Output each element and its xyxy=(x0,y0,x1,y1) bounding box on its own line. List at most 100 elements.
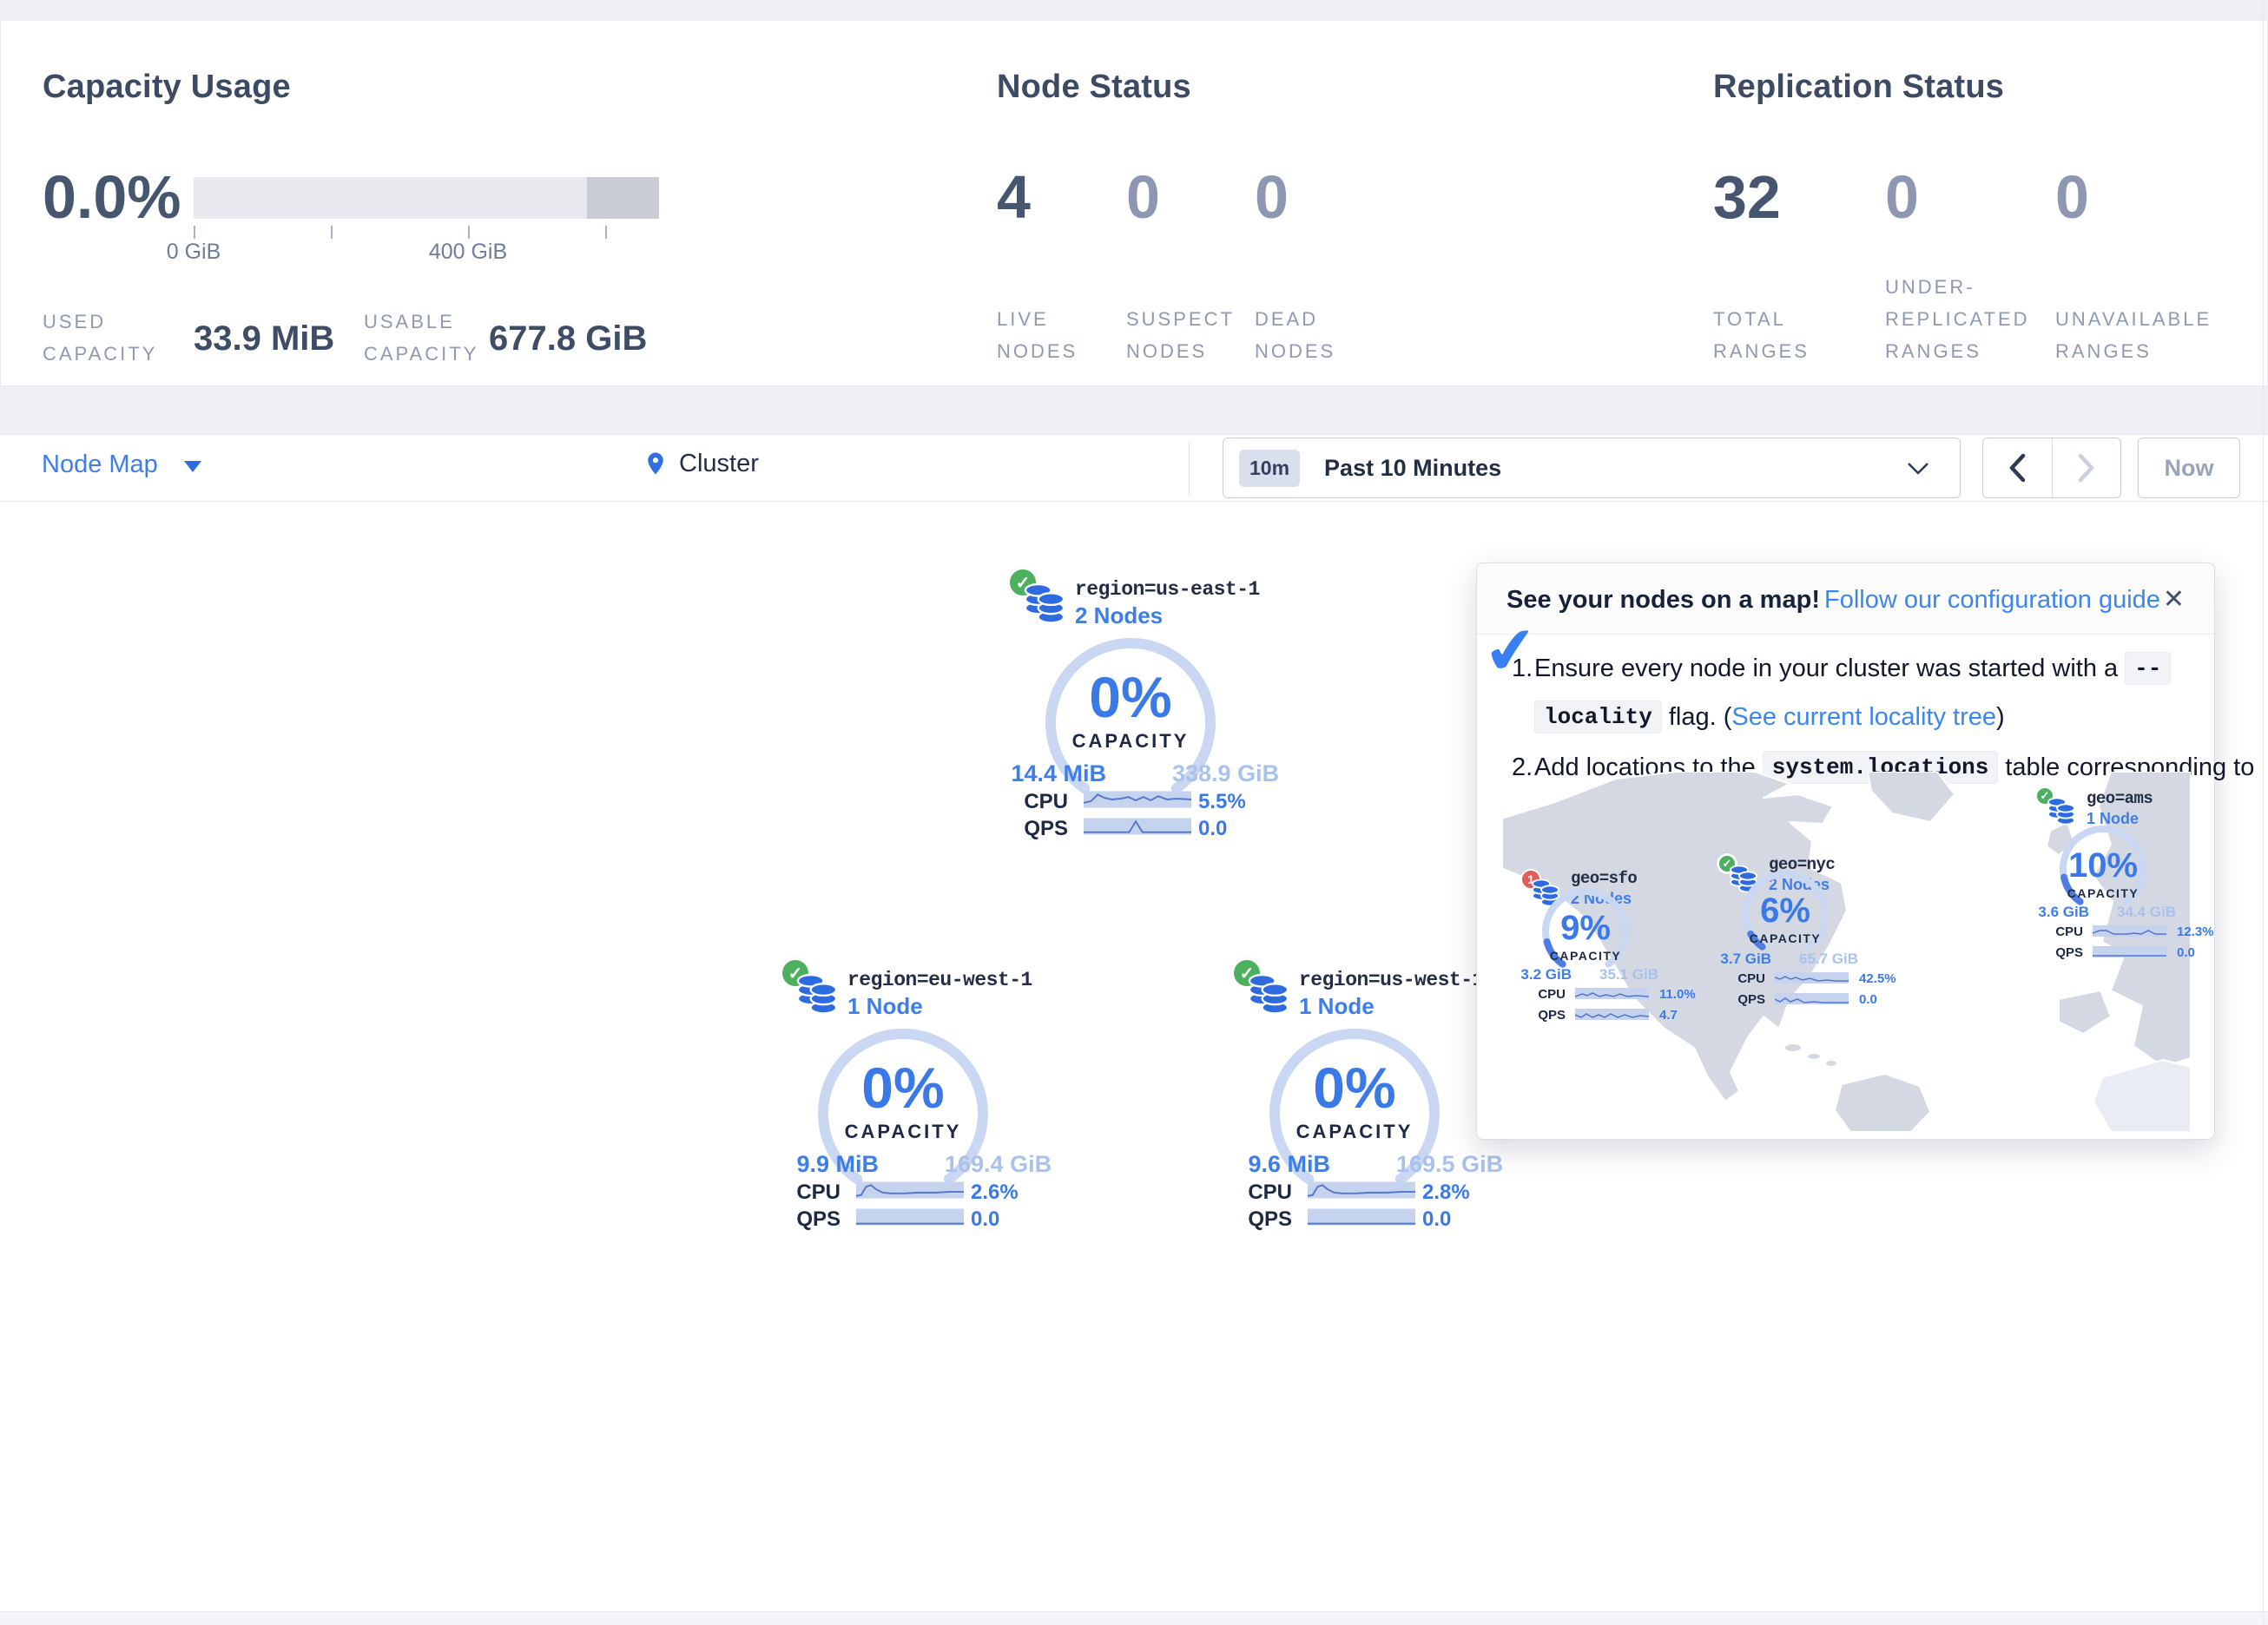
qps-sparkline xyxy=(1575,1007,1649,1022)
used-capacity-label: USED CAPACITY xyxy=(43,306,157,370)
total-value: 65.7 GiB xyxy=(1799,951,1912,968)
live-nodes-value: 4 xyxy=(997,167,1031,227)
gauge-capacity-label: CAPACITY xyxy=(1224,1121,1485,1143)
under-replicated-ranges-value: 0 xyxy=(1885,167,1919,227)
big-check-icon: ✔ xyxy=(1480,611,1542,691)
used-value: 3.6 GiB xyxy=(1985,904,2089,921)
bar-tick xyxy=(194,226,195,239)
landmass-greenland xyxy=(1868,772,1955,822)
qps-sparkline xyxy=(856,1206,964,1228)
locality-tree-link[interactable]: See current locality tree xyxy=(1731,703,1996,732)
capacity-bar-used-segment xyxy=(587,177,659,219)
time-forward-button[interactable] xyxy=(2053,438,2121,497)
dead-nodes-label: DEAD NODES xyxy=(1255,303,1335,367)
gauge-capacity-label: CAPACITY xyxy=(1499,949,1672,963)
qps-label: QPS xyxy=(2031,945,2083,960)
capacity-usage-heading: Capacity Usage xyxy=(43,69,291,106)
gauge-percent: 0% xyxy=(773,1059,1033,1116)
qps-sparkline xyxy=(2093,944,2166,959)
total-ranges-label: TOTAL RANGES xyxy=(1713,303,1810,367)
cpu-label: CPU xyxy=(788,1181,841,1205)
landmass-south-america xyxy=(1835,1074,1930,1132)
total-value: 169.4 GiB xyxy=(945,1151,1084,1178)
geo-title: geo=ams xyxy=(2087,789,2153,808)
cpu-label: CPU xyxy=(1713,971,1765,986)
database-nodes-icon[interactable] xyxy=(795,973,839,1016)
cpu-label: CPU xyxy=(1240,1181,1292,1205)
qps-value: 0.0 xyxy=(971,1207,1058,1232)
qps-label: QPS xyxy=(1016,817,1068,841)
gauge-capacity-label: CAPACITY xyxy=(1698,931,1872,945)
landmass-island xyxy=(1825,1060,1837,1067)
under-replicated-ranges-label: UNDER- REPLICATED RANGES xyxy=(1885,271,2030,367)
database-nodes-icon[interactable] xyxy=(1247,973,1290,1016)
unavailable-ranges-label: UNAVAILABLE RANGES xyxy=(2055,303,2212,367)
qps-label: QPS xyxy=(1513,1008,1566,1023)
used-capacity-value: 33.9 MiB xyxy=(194,319,334,359)
total-value: 169.5 GiB xyxy=(1396,1151,1535,1178)
close-icon[interactable]: ✕ xyxy=(2163,584,2185,615)
region-title: region=us-east-1 xyxy=(1075,578,1260,601)
toolbar: Node Map Cluster 10m Past 10 Minutes xyxy=(0,434,2268,502)
total-ranges-value: 32 xyxy=(1713,167,1781,227)
qps-sparkline xyxy=(1084,815,1191,838)
landmass-iberia xyxy=(2059,990,2111,1034)
region-title: region=us-west-1 xyxy=(1299,969,1484,991)
cpu-sparkline xyxy=(1084,788,1191,811)
cpu-sparkline xyxy=(1575,986,1649,1001)
gauge-capacity-label: CAPACITY xyxy=(1000,730,1261,753)
replication-status-heading: Replication Status xyxy=(1713,69,2004,106)
breadcrumb[interactable]: Cluster xyxy=(643,447,759,480)
total-value: 35.1 GiB xyxy=(1599,966,1712,984)
cpu-value: 2.8% xyxy=(1422,1181,1509,1205)
popup-header: See your nodes on a map! Follow our conf… xyxy=(1477,563,2214,635)
chevron-left-icon xyxy=(2008,453,2027,483)
chevron-down-icon xyxy=(1906,461,1930,477)
total-value: 338.9 GiB xyxy=(1172,760,1311,787)
popup-step-1-line-1: 1. Ensure every node in your cluster was… xyxy=(1512,652,2178,685)
bar-tick xyxy=(605,226,607,239)
chevron-right-icon xyxy=(2077,453,2096,483)
toolbar-divider xyxy=(1189,442,1190,496)
region-title: region=eu-west-1 xyxy=(847,969,1032,991)
region-nodes-link[interactable]: 2 Nodes xyxy=(1075,602,1163,629)
suspect-nodes-label: SUSPECT NODES xyxy=(1126,303,1235,367)
gauge-percent: 9% xyxy=(1499,911,1672,945)
view-mode-dropdown[interactable]: Node Map xyxy=(42,451,201,479)
used-value: 3.2 GiB xyxy=(1467,966,1572,984)
popup-title: See your nodes on a map! xyxy=(1507,586,1820,615)
cpu-label: CPU xyxy=(2031,924,2083,939)
qps-value: 0.0 xyxy=(2177,945,2246,960)
suspect-nodes-value: 0 xyxy=(1126,167,1160,227)
bar-tick-label-400: 400 GiB xyxy=(407,240,529,265)
capacity-percent: 0.0% xyxy=(43,167,181,227)
time-back-button[interactable] xyxy=(1983,438,2053,497)
qps-sparkline xyxy=(1308,1206,1415,1228)
node-status-heading: Node Status xyxy=(997,69,1191,106)
map-pin-icon xyxy=(643,447,669,480)
usable-capacity-label: USABLE CAPACITY xyxy=(364,306,478,370)
time-pager xyxy=(1982,438,2121,498)
total-value: 34.4 GiB xyxy=(2117,904,2230,921)
gauge-capacity-label: CAPACITY xyxy=(773,1121,1033,1143)
time-range-label: Past 10 Minutes xyxy=(1324,455,1501,482)
cpu-value: 2.6% xyxy=(971,1181,1058,1205)
region-nodes-link[interactable]: 1 Node xyxy=(1299,993,1375,1020)
time-range-badge: 10m xyxy=(1239,450,1300,487)
qps-label: QPS xyxy=(1713,992,1765,1007)
unavailable-ranges-value: 0 xyxy=(2055,167,2089,227)
qps-value: 0.0 xyxy=(1859,992,1928,1007)
code-chip: -- xyxy=(2125,652,2171,685)
cpu-sparkline xyxy=(2093,924,2166,938)
bar-tick-label-0: 0 GiB xyxy=(133,240,254,265)
region-nodes-link[interactable]: 1 Node xyxy=(847,993,923,1020)
qps-value: 4.7 xyxy=(1659,1008,1729,1023)
time-range-select[interactable]: 10m Past 10 Minutes xyxy=(1223,438,1961,498)
used-value: 9.9 MiB xyxy=(748,1151,879,1178)
qps-value: 0.0 xyxy=(1422,1207,1509,1232)
now-button[interactable]: Now xyxy=(2138,438,2240,498)
gauge-percent: 10% xyxy=(2016,848,2190,883)
database-nodes-icon[interactable] xyxy=(1023,582,1066,626)
cpu-value: 42.5% xyxy=(1859,971,1928,986)
configuration-guide-link[interactable]: Follow our configuration guide xyxy=(1824,586,2160,615)
